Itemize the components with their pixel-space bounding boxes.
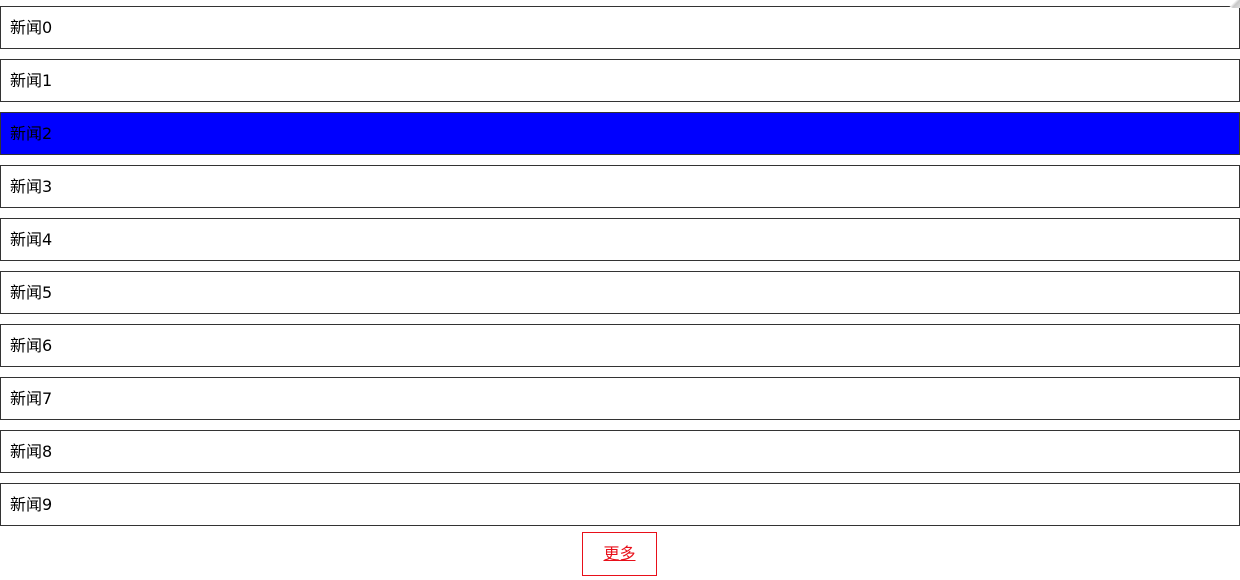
- news-list: 新闻0 新闻1 新闻2 新闻3 新闻4 新闻5 新闻6 新闻7 新闻8 新闻9: [0, 6, 1240, 536]
- news-item-1[interactable]: 新闻1: [0, 59, 1240, 102]
- more-container: 更多: [0, 532, 1240, 576]
- news-item-0[interactable]: 新闻0: [0, 6, 1240, 49]
- window-corner-scrollbar[interactable]: [1228, 0, 1240, 8]
- news-item-7[interactable]: 新闻7: [0, 377, 1240, 420]
- news-item-2[interactable]: 新闻2: [0, 112, 1240, 155]
- news-item-3[interactable]: 新闻3: [0, 165, 1240, 208]
- news-item-4[interactable]: 新闻4: [0, 218, 1240, 261]
- news-item-8[interactable]: 新闻8: [0, 430, 1240, 473]
- news-item-5[interactable]: 新闻5: [0, 271, 1240, 314]
- more-button[interactable]: 更多: [582, 532, 657, 576]
- news-item-6[interactable]: 新闻6: [0, 324, 1240, 367]
- news-item-9[interactable]: 新闻9: [0, 483, 1240, 526]
